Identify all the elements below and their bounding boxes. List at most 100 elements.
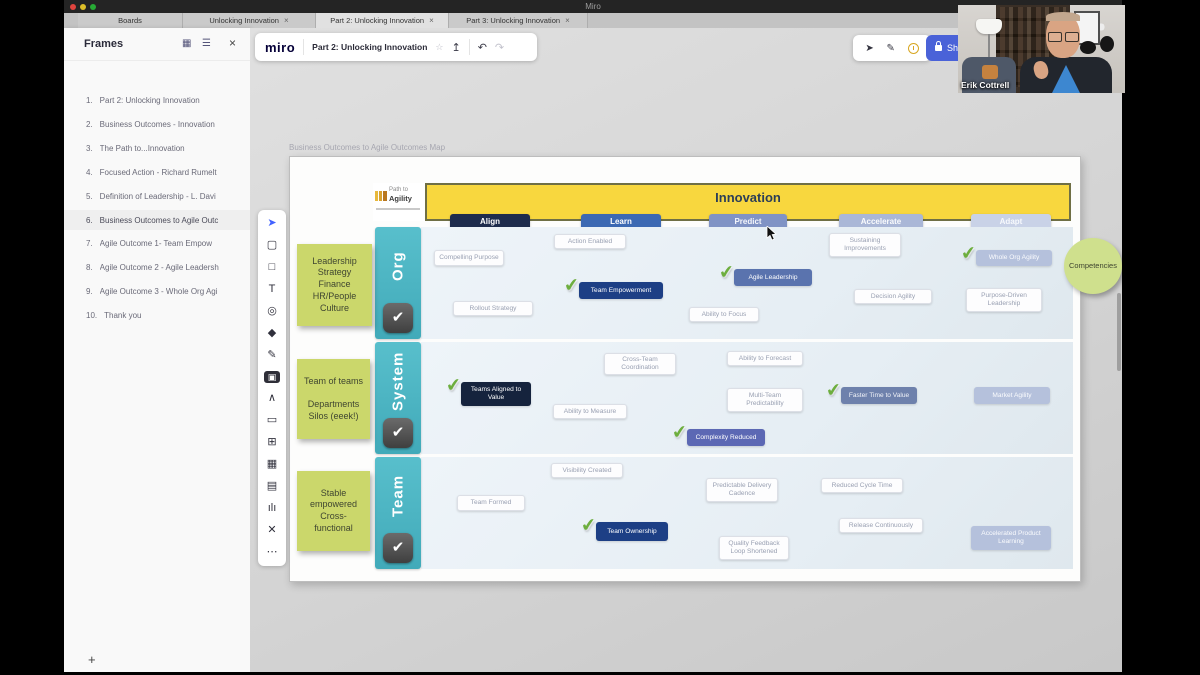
sticky-note[interactable]: Stable empowered Cross- functional bbox=[297, 471, 370, 551]
check-icon: ✔ bbox=[671, 421, 688, 444]
board-frame[interactable]: Path to Agility Innovation AlignLearnPre… bbox=[289, 156, 1081, 582]
map-node[interactable]: ✔ Whole Org Agility bbox=[976, 250, 1052, 266]
row-label-band[interactable]: System ✔ bbox=[375, 342, 421, 454]
map-node[interactable]: Team Formed bbox=[457, 495, 525, 511]
frames-panel-header: Frames ▦ ☰ × bbox=[64, 28, 250, 61]
check-icon: ✔ bbox=[960, 242, 977, 265]
tab-close-icon[interactable]: × bbox=[284, 16, 289, 25]
timer-icon[interactable] bbox=[908, 43, 919, 54]
sticky-note[interactable]: Team of teams Departments Silos (eeek!) bbox=[297, 359, 370, 439]
check-icon: ✔ bbox=[563, 274, 580, 297]
map-node[interactable]: Purpose-Driven Leadership bbox=[966, 288, 1042, 312]
map-node[interactable]: Decision Agility bbox=[854, 289, 932, 304]
map-node[interactable]: Reduced Cycle Time bbox=[821, 478, 903, 493]
undo-icon[interactable]: ↶ bbox=[478, 41, 487, 54]
map-node[interactable]: Sustaining Improvements bbox=[829, 233, 901, 257]
mouse-cursor bbox=[766, 226, 778, 242]
vertical-scrollbar[interactable] bbox=[1117, 293, 1121, 371]
list-view-icon[interactable]: ☰ bbox=[202, 38, 211, 49]
frame-list-item[interactable]: 10. Thank you bbox=[64, 305, 250, 325]
row-label-band[interactable]: Team ✔ bbox=[375, 457, 421, 569]
frame-list-item[interactable]: 1. Part 2: Unlocking Innovation bbox=[64, 90, 250, 110]
map-node[interactable]: Market Agility bbox=[974, 387, 1050, 404]
map-node[interactable]: Multi-Team Predictability bbox=[727, 388, 803, 412]
map-node[interactable]: ✔ Agile Leadership bbox=[734, 269, 812, 286]
sticky-note[interactable]: Leadership Strategy Finance HR/People Cu… bbox=[297, 244, 372, 326]
frame-list-item[interactable]: 2. Business Outcomes - Innovation bbox=[64, 114, 250, 134]
close-icon[interactable]: × bbox=[229, 36, 236, 50]
pen-tool[interactable]: ◎ bbox=[264, 305, 280, 318]
map-node[interactable]: Action Enabled bbox=[554, 234, 626, 249]
frame-list-item[interactable]: 5. Definition of Leadership - L. Davi bbox=[64, 186, 250, 206]
collaborator-cursors-icon[interactable]: ➤ bbox=[865, 43, 873, 54]
favorite-star-icon[interactable]: ☆ bbox=[435, 42, 443, 53]
row-label-band[interactable]: Org ✔ bbox=[375, 227, 421, 339]
stamp-tool[interactable]: ◆ bbox=[264, 327, 280, 340]
row-check-badge: ✔ bbox=[383, 533, 413, 563]
map-node[interactable]: Rollout Strategy bbox=[453, 301, 533, 316]
frames-panel-title: Frames bbox=[84, 38, 123, 50]
more-tool[interactable]: ⋯ bbox=[264, 546, 280, 559]
connector-tool[interactable]: ∧ bbox=[264, 392, 280, 405]
grid-view-icon[interactable]: ▦ bbox=[182, 38, 191, 49]
tool-palette: ➤ ▢ □ T ◎ ◆ ✎ ▣ ∧ ▭ ⊞ ▦ ▤ ılı ✕ ⋯ bbox=[258, 210, 286, 566]
row-check-badge: ✔ bbox=[383, 303, 413, 333]
map-node[interactable]: ✔ Team Empowerment bbox=[579, 282, 663, 299]
comment-tool[interactable]: ▭ bbox=[264, 414, 280, 427]
lock-icon bbox=[935, 45, 942, 51]
frames-panel: Frames ▦ ☰ × 1. Part 2: Unlocking Innova… bbox=[64, 28, 250, 672]
table-tool[interactable]: ⊞ bbox=[264, 436, 280, 449]
browser-tab[interactable]: Boards bbox=[78, 13, 183, 28]
map-node[interactable]: ✔ Teams Aligned to Value bbox=[461, 382, 531, 406]
text-tool[interactable]: T bbox=[264, 283, 280, 296]
apps-tool[interactable]: ✕ bbox=[264, 524, 280, 537]
map-node[interactable]: Accelerated Product Learning bbox=[971, 526, 1051, 550]
frame-tool[interactable]: ▦ bbox=[264, 458, 280, 471]
map-node[interactable]: ✔ Team Ownership bbox=[596, 522, 668, 541]
browser-tab[interactable]: Part 3: Unlocking Innovation × bbox=[449, 13, 588, 28]
browser-tab[interactable]: Unlocking Innovation × bbox=[183, 13, 316, 28]
select-tool[interactable]: ➤ bbox=[264, 217, 280, 230]
check-icon: ✔ bbox=[580, 514, 597, 537]
check-icon: ✔ bbox=[825, 379, 842, 402]
frame-list-item[interactable]: 6. Business Outcomes to Agile Outc bbox=[64, 210, 250, 230]
map-node[interactable]: Compelling Purpose bbox=[434, 250, 504, 266]
redo-icon[interactable]: ↷ bbox=[495, 41, 504, 54]
map-node[interactable]: Ability to Focus bbox=[689, 307, 759, 322]
camera-tool[interactable]: ▣ bbox=[264, 371, 280, 383]
map-node[interactable]: Quality Feedback Loop Shortened bbox=[719, 536, 789, 560]
chart-tool[interactable]: ılı bbox=[264, 502, 280, 515]
glasses bbox=[1048, 32, 1062, 42]
map-node[interactable]: Ability to Forecast bbox=[727, 351, 803, 366]
tab-close-icon[interactable]: × bbox=[429, 16, 434, 25]
video-frame: Miro Boards Unlocking Innovation × Part … bbox=[0, 0, 1200, 675]
add-frame-button[interactable]: + bbox=[88, 652, 96, 667]
smart-draw-tool[interactable]: ✎ bbox=[264, 349, 280, 362]
frame-list-item[interactable]: 3. The Path to...Innovation bbox=[64, 138, 250, 158]
templates-tool[interactable]: ▢ bbox=[264, 239, 280, 252]
map-node[interactable]: Visibility Created bbox=[551, 463, 623, 478]
map-node[interactable]: Release Continuously bbox=[839, 518, 923, 533]
map-node[interactable]: ✔ Complexity Reduced bbox=[687, 429, 765, 446]
map-node[interactable]: ✔ Faster Time to Value bbox=[841, 387, 917, 404]
check-icon: ✔ bbox=[445, 374, 462, 397]
map-node[interactable]: Predictable Delivery Cadence bbox=[706, 478, 778, 502]
frame-list-item[interactable]: 4. Focused Action - Richard Rumelt bbox=[64, 162, 250, 182]
miro-toolbar: miro Part 2: Unlocking Innovation ☆ ↥ ↶ … bbox=[255, 33, 537, 61]
laser-pointer-icon[interactable]: ✎ bbox=[886, 43, 894, 54]
frame-title-label[interactable]: Business Outcomes to Agile Outcomes Map bbox=[289, 143, 445, 152]
map-node[interactable]: Cross-Team Coordination bbox=[604, 353, 676, 375]
browser-tab[interactable]: Part 2: Unlocking Innovation × bbox=[316, 13, 449, 28]
map-node[interactable]: Ability to Measure bbox=[553, 404, 627, 419]
frame-list-item[interactable]: 9. Agile Outcome 3 - Whole Org Agi bbox=[64, 281, 250, 301]
sticky-note[interactable]: Competencies bbox=[1064, 238, 1122, 294]
shapes-tool[interactable]: □ bbox=[264, 261, 280, 274]
export-icon[interactable]: ↥ bbox=[451, 41, 460, 54]
tab-close-icon[interactable]: × bbox=[565, 16, 570, 25]
board-title[interactable]: Part 2: Unlocking Innovation bbox=[312, 42, 427, 52]
card-tool[interactable]: ▤ bbox=[264, 480, 280, 493]
webcam-overlay: Erik Cottrell bbox=[958, 5, 1125, 93]
miro-logo[interactable]: miro bbox=[265, 40, 295, 55]
frame-list-item[interactable]: 8. Agile Outcome 2 - Agile Leadersh bbox=[64, 257, 250, 277]
frame-list-item[interactable]: 7. Agile Outcome 1- Team Empow bbox=[64, 233, 250, 253]
